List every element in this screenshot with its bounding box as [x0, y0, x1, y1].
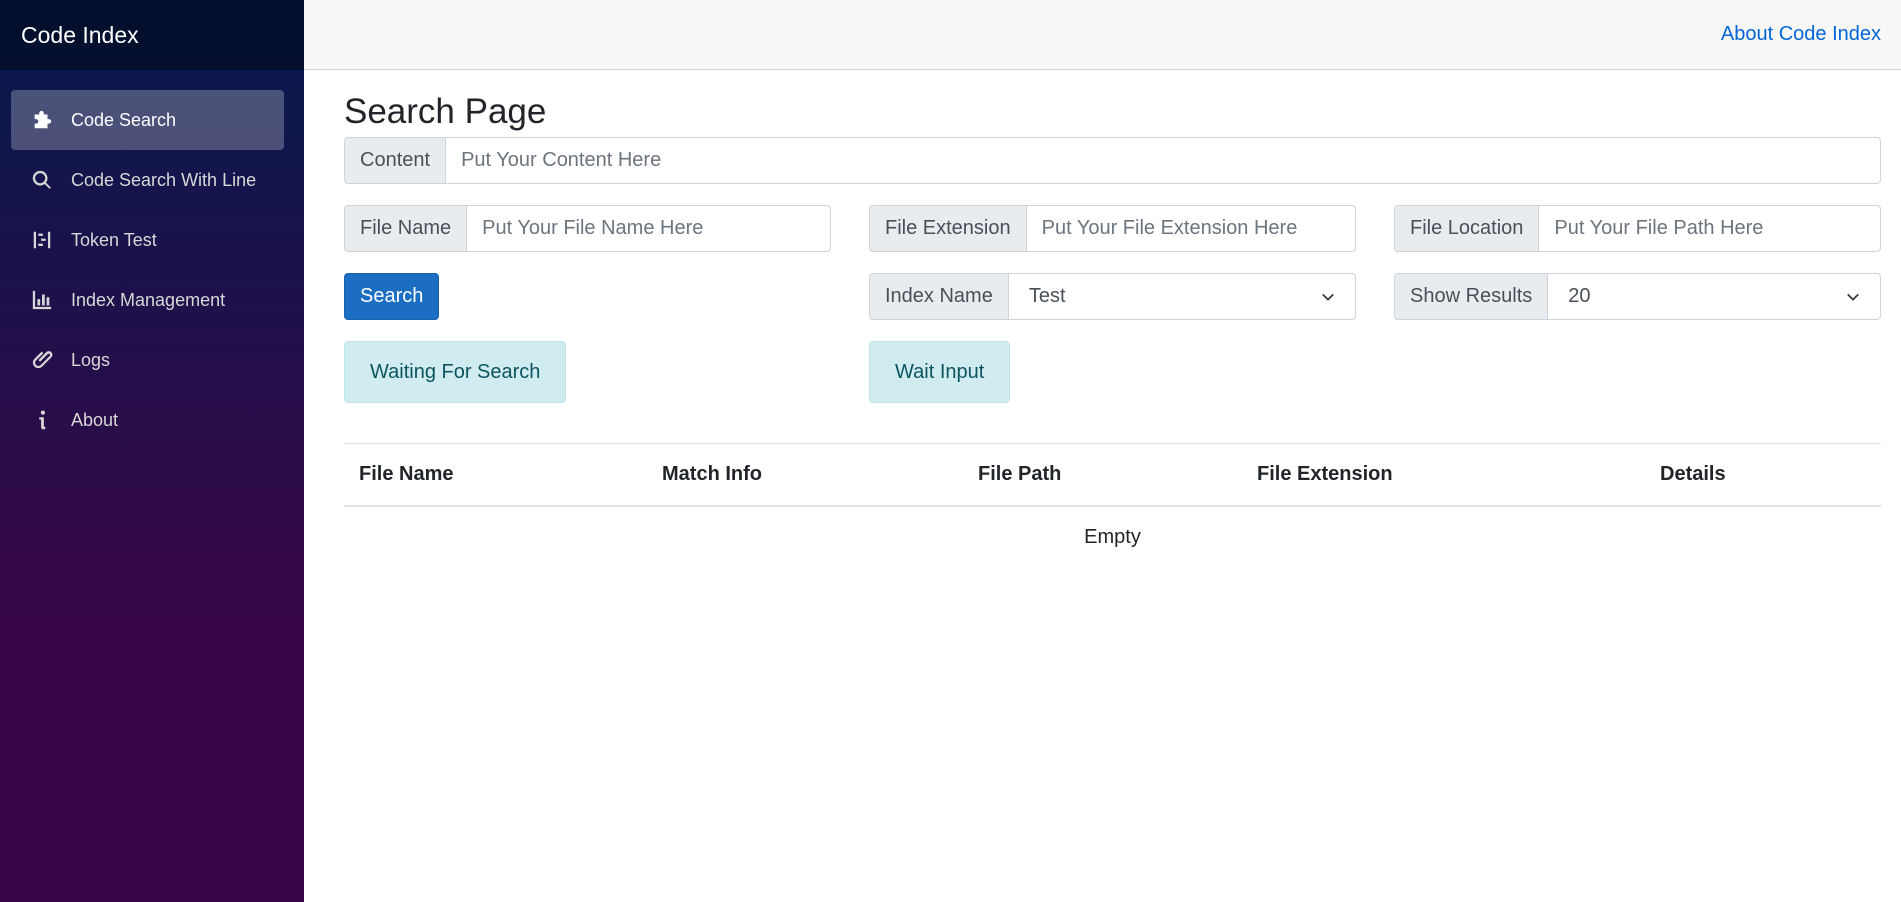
sidebar-item-token-test[interactable]: Token Test	[11, 210, 284, 270]
column-header-file-name: File Name	[344, 443, 647, 507]
search-options-row: Search Index Name Test Show Results 20	[344, 273, 1881, 320]
column-header-file-path: File Path	[963, 443, 1242, 507]
paperclip-icon	[30, 348, 54, 372]
column-header-details: Details	[1645, 443, 1881, 507]
input-status-cell: Wait Input	[869, 341, 1356, 403]
file-name-input[interactable]	[467, 205, 831, 252]
content-input-group: Content	[344, 137, 1881, 184]
sidebar-item-label: Code Search	[71, 109, 177, 130]
results-table: File Name Match Info File Path File Exte…	[344, 443, 1881, 568]
show-results-select[interactable]: 20	[1548, 273, 1881, 320]
token-icon	[30, 228, 54, 252]
results-table-header: File Name Match Info File Path File Exte…	[344, 443, 1881, 507]
file-extension-input-group: File Extension	[869, 205, 1356, 252]
sidebar-item-label: About	[71, 409, 119, 430]
chevron-down-icon	[1322, 293, 1334, 301]
search-icon	[30, 168, 54, 192]
content-label: Content	[344, 137, 447, 184]
show-results-value: 20	[1568, 285, 1591, 307]
sidebar-item-about[interactable]: About	[11, 390, 284, 450]
file-name-input-group: File Name	[344, 205, 831, 252]
empty-message: Empty	[1084, 525, 1141, 548]
search-status-alert: Waiting For Search	[344, 341, 567, 403]
file-filters-row: File Name File Extension File Location	[344, 205, 1881, 252]
show-results-input-group: Show Results 20	[1394, 273, 1881, 320]
sidebar-item-label: Token Test	[71, 229, 157, 250]
sidebar-item-logs[interactable]: Logs	[11, 330, 284, 390]
info-icon	[30, 408, 54, 432]
content-input[interactable]	[446, 137, 1881, 184]
index-name-select[interactable]: Test	[1008, 273, 1356, 320]
puzzle-icon	[30, 108, 54, 132]
brand-title[interactable]: Code Index	[0, 0, 304, 70]
file-extension-input[interactable]	[1026, 205, 1356, 252]
sidebar-item-label: Index Management	[71, 289, 226, 310]
page-title: Search Page	[344, 92, 547, 131]
sidebar-item-code-search[interactable]: Code Search	[11, 90, 284, 150]
bar-chart-icon	[30, 288, 54, 312]
search-button[interactable]: Search	[344, 273, 440, 320]
index-name-value: Test	[1028, 285, 1066, 307]
top-bar: About Code Index	[304, 0, 1901, 70]
file-location-input-group: File Location	[1394, 205, 1881, 252]
sidebar-item-code-search-with-line[interactable]: Code Search With Line	[11, 150, 284, 210]
sidebar-item-label: Code Search With Line	[71, 169, 257, 190]
sidebar-item-index-management[interactable]: Index Management	[11, 270, 284, 330]
index-name-label: Index Name	[869, 273, 1009, 320]
about-code-index-link[interactable]: About Code Index	[1721, 23, 1881, 46]
file-location-input[interactable]	[1539, 205, 1881, 252]
search-status-cell: Waiting For Search	[344, 341, 831, 403]
column-header-match-info: Match Info	[647, 443, 963, 507]
main-content: Search Page Content File Name File Exten…	[344, 70, 1881, 568]
status-row: Waiting For Search Wait Input	[344, 341, 1881, 403]
column-header-file-extension: File Extension	[1242, 443, 1645, 507]
file-name-label: File Name	[344, 205, 468, 252]
sidebar-item-label: Logs	[71, 349, 111, 370]
show-results-label: Show Results	[1394, 273, 1549, 320]
file-extension-label: File Extension	[869, 205, 1027, 252]
table-row: Empty	[344, 506, 1881, 568]
results-table-body: Empty	[344, 506, 1881, 568]
file-location-label: File Location	[1394, 205, 1540, 252]
chevron-down-icon	[1847, 293, 1859, 301]
sidebar-nav: Code Search Code Search With Line Token …	[0, 90, 304, 450]
header-row: File Name Match Info File Path File Exte…	[344, 443, 1881, 507]
input-status-alert: Wait Input	[869, 341, 1011, 403]
search-button-cell: Search	[344, 273, 831, 320]
index-name-input-group: Index Name Test	[869, 273, 1356, 320]
sidebar: Code Index Code Search Code Search With …	[0, 0, 304, 902]
